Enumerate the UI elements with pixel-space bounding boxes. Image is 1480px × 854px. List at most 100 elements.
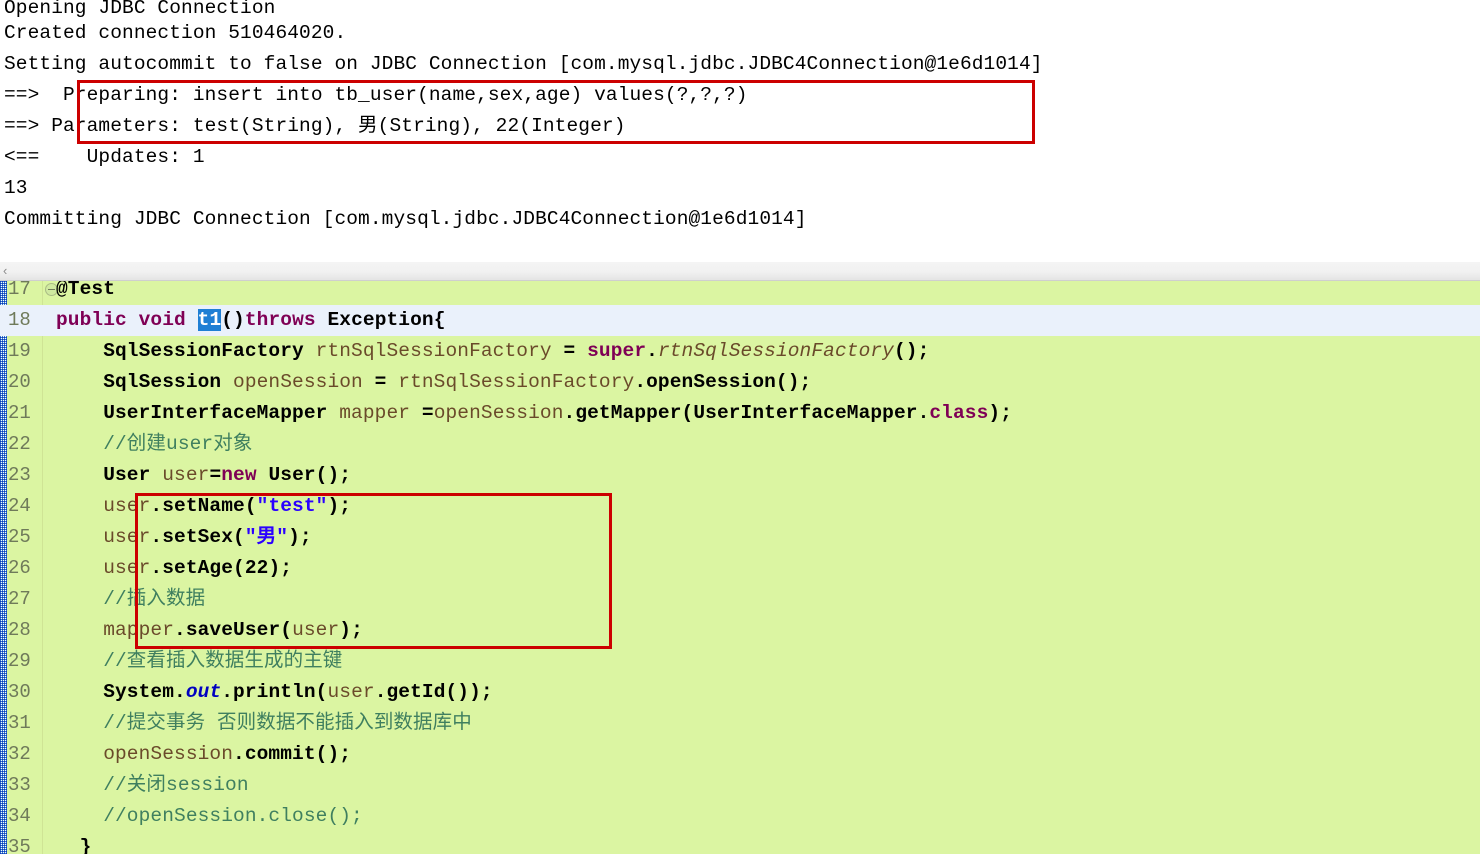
code-token: = xyxy=(374,371,399,393)
code-line[interactable]: //openSession.close(); xyxy=(56,801,363,832)
code-token: 22 xyxy=(244,557,269,579)
code-token: ); xyxy=(339,619,363,641)
code-token: @Test xyxy=(56,281,116,300)
code-token: //openSession.close(); xyxy=(56,805,363,827)
code-token: openSession xyxy=(433,402,564,424)
line-number: 34 xyxy=(8,805,31,827)
console-line: <== Updates: 1 xyxy=(4,146,205,168)
code-token: public xyxy=(56,309,139,331)
code-line[interactable]: @Test xyxy=(56,281,115,305)
code-token: User(); xyxy=(268,464,352,486)
line-number: 21 xyxy=(8,402,31,424)
line-number: 18 xyxy=(8,309,31,331)
code-token: () xyxy=(221,309,245,331)
code-token: .openSession(); xyxy=(634,371,812,393)
code-line[interactable]: user.setName("test"); xyxy=(56,491,351,522)
code-token: = xyxy=(421,402,434,424)
code-token: mapper xyxy=(56,619,175,641)
console-line: ==> Preparing: insert into tb_user(name,… xyxy=(4,84,748,106)
code-token: . xyxy=(174,681,186,703)
code-line[interactable]: //查看插入数据生成的主键 xyxy=(56,646,342,677)
code-line[interactable]: //插入数据 xyxy=(56,584,205,615)
code-line[interactable]: System.out.println(user.getId()); xyxy=(56,677,493,708)
line-number: 24 xyxy=(8,495,31,517)
editor-line-row[interactable] xyxy=(0,584,1480,615)
code-line[interactable]: } xyxy=(56,832,92,854)
code-line[interactable]: //关闭session xyxy=(56,770,249,801)
line-number: 32 xyxy=(8,743,31,765)
line-number: 17 xyxy=(8,281,31,300)
code-line[interactable]: mapper.saveUser(user); xyxy=(56,615,363,646)
line-number: 30 xyxy=(8,681,31,703)
line-number: 29 xyxy=(8,650,31,672)
line-number: 23 xyxy=(8,464,31,486)
code-token: rtnSqlSessionFactory xyxy=(657,340,894,362)
code-token: rtnSqlSessionFactory xyxy=(315,340,564,362)
line-number: 20 xyxy=(8,371,31,393)
editor-line-row[interactable] xyxy=(0,832,1480,854)
code-token: Exception{ xyxy=(327,309,446,331)
code-token: = xyxy=(563,340,588,362)
code-token: out xyxy=(185,681,222,703)
code-token: .commit(); xyxy=(233,743,352,765)
code-line[interactable]: public void t1()throws Exception{ xyxy=(56,305,446,336)
code-token: = xyxy=(209,464,222,486)
code-token: ); xyxy=(288,526,312,548)
line-number: 35 xyxy=(8,836,31,854)
code-line[interactable]: User user=new User(); xyxy=(56,460,351,491)
console-line: ==> Parameters: test(String), 男(String),… xyxy=(4,115,626,137)
ide-screenshot: Opening JDBC Connection Created connectio… xyxy=(0,0,1480,854)
code-token: openSession xyxy=(233,371,375,393)
code-token: //创建user对象 xyxy=(56,433,253,455)
console-line: Setting autocommit to false on JDBC Conn… xyxy=(4,53,1043,75)
code-token: user xyxy=(56,557,151,579)
code-line[interactable]: user.setSex("男"); xyxy=(56,522,312,553)
code-token: .setAge( xyxy=(150,557,245,579)
code-token: user xyxy=(56,526,151,548)
code-token: UserInterfaceMapper xyxy=(56,402,340,424)
code-token: super xyxy=(587,340,647,362)
code-line[interactable]: SqlSession openSession = rtnSqlSessionFa… xyxy=(56,367,811,398)
code-token: user xyxy=(292,619,340,641)
code-token: ); xyxy=(327,495,352,517)
code-token: //插入数据 xyxy=(56,588,206,610)
line-number: 19 xyxy=(8,340,31,362)
code-token: "test" xyxy=(256,495,328,517)
code-token: SqlSessionFactory xyxy=(56,340,316,362)
editor-line-row[interactable] xyxy=(0,281,1480,305)
code-token: ); xyxy=(268,557,293,579)
code-line[interactable]: //提交事务 否则数据不能插入到数据库中 xyxy=(56,708,472,739)
pane-splitter[interactable]: ‹ xyxy=(0,262,1480,281)
code-line[interactable]: UserInterfaceMapper mapper =openSession.… xyxy=(56,398,1012,429)
line-number: 28 xyxy=(8,619,31,641)
code-token: ); xyxy=(988,402,1012,424)
code-token: t1 xyxy=(197,309,222,331)
code-token: class xyxy=(929,402,989,424)
code-line[interactable]: //创建user对象 xyxy=(56,429,252,460)
code-token: User xyxy=(56,464,163,486)
code-token: . xyxy=(646,340,658,362)
code-token: user xyxy=(56,495,151,517)
code-token: .println( xyxy=(221,681,328,703)
console-output-pane[interactable]: Opening JDBC Connection Created connectio… xyxy=(0,0,1480,262)
line-number: 33 xyxy=(8,774,31,796)
console-line: Committing JDBC Connection [com.mysql.jd… xyxy=(4,208,807,230)
code-line[interactable]: openSession.commit(); xyxy=(56,739,351,770)
code-token: //查看插入数据生成的主键 xyxy=(56,650,343,672)
line-number: 25 xyxy=(8,526,31,548)
code-token: openSession xyxy=(56,743,234,765)
collapse-chevron-icon[interactable]: ‹ xyxy=(3,262,7,279)
code-token: new xyxy=(221,464,269,486)
line-number: 27 xyxy=(8,588,31,610)
code-token: void xyxy=(138,309,198,331)
code-editor-pane[interactable]: 17 @Test 18 public void t1()throws Exceptio… xyxy=(0,281,1480,854)
code-line[interactable]: SqlSessionFactory rtnSqlSessionFactory =… xyxy=(56,336,929,367)
code-token: mapper xyxy=(339,402,422,424)
code-token: .setSex( xyxy=(150,526,245,548)
line-number: 22 xyxy=(8,433,31,455)
code-token: SqlSession xyxy=(56,371,234,393)
code-line[interactable]: user.setAge(22); xyxy=(56,553,292,584)
code-token: .saveUser( xyxy=(174,619,293,641)
code-token: throws xyxy=(244,309,328,331)
code-token: "男" xyxy=(244,526,289,548)
